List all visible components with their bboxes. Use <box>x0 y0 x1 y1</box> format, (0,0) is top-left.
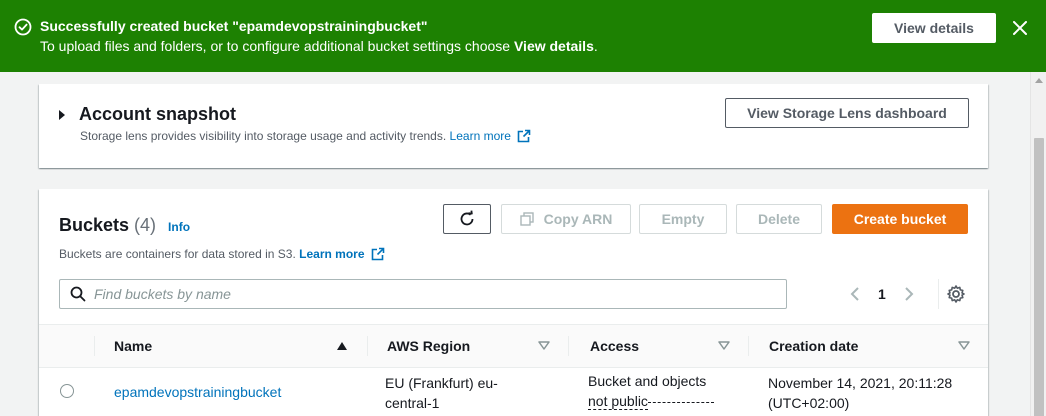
flash-body-suffix: . <box>593 38 598 54</box>
copy-arn-button[interactable]: Copy ARN <box>501 204 631 234</box>
flash-title: Successfully created bucket "epamdevopst… <box>40 18 428 34</box>
next-page-button[interactable] <box>898 283 920 305</box>
buckets-header: Buckets (4) Info <box>59 215 190 236</box>
buckets-description-text: Buckets are containers for data stored i… <box>59 247 296 261</box>
info-link[interactable]: Info <box>168 220 190 234</box>
buckets-title: Buckets <box>59 215 130 235</box>
empty-button[interactable]: Empty <box>639 204 727 234</box>
s3-console-page: Successfully created bucket "epamdevopst… <box>0 0 1046 416</box>
create-bucket-button[interactable]: Create bucket <box>832 204 968 234</box>
bucket-date-line2: (UTC+02:00) <box>768 395 850 411</box>
buckets-count: (4) <box>134 215 157 235</box>
sort-caret-down-icon[interactable] <box>538 341 550 351</box>
previous-page-button[interactable] <box>844 283 866 305</box>
sort-caret-down-icon[interactable] <box>718 341 730 351</box>
sort-ascending-icon[interactable] <box>337 342 347 350</box>
flash-body-prefix: To upload files and folders, or to confi… <box>40 38 514 54</box>
column-divider <box>94 336 95 356</box>
current-page-number[interactable]: 1 <box>878 286 886 302</box>
sort-caret-down-icon[interactable] <box>958 341 970 351</box>
bucket-search-input[interactable] <box>94 281 786 307</box>
delete-button[interactable]: Delete <box>736 204 822 234</box>
column-label-region: AWS Region <box>387 338 471 354</box>
chevron-left-icon <box>850 287 859 301</box>
close-icon <box>1013 21 1027 35</box>
scroll-up-arrow-icon[interactable] <box>1035 78 1043 83</box>
account-snapshot-title[interactable]: Account snapshot <box>79 104 236 125</box>
column-label-name: Name <box>114 338 153 354</box>
pagination: 1 <box>844 283 920 305</box>
snapshot-learn-more-link[interactable]: Learn more <box>450 129 511 143</box>
column-header-access[interactable]: Access <box>590 325 639 367</box>
column-divider <box>748 336 749 356</box>
vertical-scrollbar[interactable] <box>1030 72 1046 416</box>
flash-body: To upload files and folders, or to confi… <box>40 37 872 56</box>
column-label-access: Access <box>590 338 640 354</box>
buckets-learn-more-link[interactable]: Learn more <box>299 247 364 261</box>
bucket-access-line2: not public <box>588 393 648 410</box>
copy-icon <box>519 212 534 226</box>
refresh-icon <box>460 210 474 226</box>
row-select-radio[interactable] <box>60 384 74 398</box>
column-divider <box>568 336 569 356</box>
bucket-region: EU (Frankfurt) eu- central-1 <box>385 373 525 413</box>
external-link-icon[interactable] <box>517 129 531 143</box>
column-header-creation-date[interactable]: Creation date <box>769 325 858 367</box>
bucket-region-line2: central-1 <box>385 395 440 411</box>
table-row[interactable]: epamdevopstrainingbucket EU (Frankfurt) … <box>39 368 988 416</box>
account-snapshot-panel: Account snapshot Storage lens provides v… <box>39 84 988 168</box>
buckets-panel: Buckets (4) Info Buckets are containers … <box>39 189 988 416</box>
column-divider <box>367 336 368 356</box>
bucket-date-line1: November 14, 2021, 20:11:28 <box>768 375 953 391</box>
chevron-right-icon <box>905 287 914 301</box>
pagination-divider <box>938 279 939 309</box>
bucket-access[interactable]: Bucket and objects not public <box>588 371 728 411</box>
bucket-creation-date: November 14, 2021, 20:11:28 (UTC+02:00) <box>768 373 978 413</box>
snapshot-description-text: Storage lens provides visibility into st… <box>80 129 447 143</box>
bucket-search-box[interactable] <box>59 279 787 309</box>
bucket-access-underline <box>647 391 714 403</box>
scrollbar-thumb[interactable] <box>1034 138 1044 416</box>
column-label-creation-date: Creation date <box>769 338 859 354</box>
external-link-icon[interactable] <box>371 247 385 261</box>
bucket-region-line1: EU (Frankfurt) eu- <box>385 375 498 391</box>
account-snapshot-toggle[interactable]: Account snapshot <box>59 104 236 125</box>
column-header-region[interactable]: AWS Region <box>387 325 470 367</box>
caret-right-icon[interactable] <box>59 109 65 120</box>
refresh-button[interactable] <box>443 204 491 234</box>
buckets-description: Buckets are containers for data stored i… <box>59 247 385 261</box>
flash-body-bold: View details <box>513 38 594 54</box>
dismiss-flash-button[interactable] <box>1006 14 1034 42</box>
search-icon <box>70 286 86 302</box>
view-storage-lens-dashboard-button[interactable]: View Storage Lens dashboard <box>725 98 969 128</box>
buckets-table-header: Name AWS Region Access Creation date <box>39 324 988 368</box>
bucket-access-line1: Bucket and objects <box>588 373 707 389</box>
account-snapshot-description: Storage lens provides visibility into st… <box>80 129 531 143</box>
success-flash-banner: Successfully created bucket "epamdevopst… <box>0 0 1046 72</box>
copy-arn-label: Copy ARN <box>543 211 613 227</box>
bucket-name-link[interactable]: epamdevopstrainingbucket <box>114 382 281 402</box>
settings-gear-icon[interactable] <box>946 284 966 304</box>
flash-message: Successfully created bucket "epamdevopst… <box>40 12 872 56</box>
view-details-button[interactable]: View details <box>872 13 996 43</box>
success-check-icon <box>14 18 32 36</box>
column-header-name[interactable]: Name <box>114 325 354 367</box>
